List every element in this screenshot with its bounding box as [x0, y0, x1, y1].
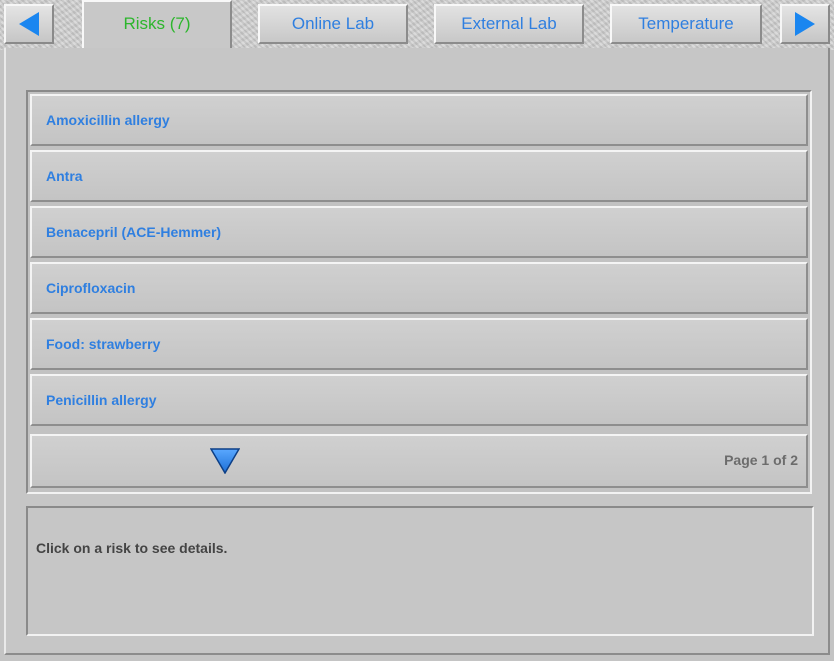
risk-details-panel: Click on a risk to see details. [26, 506, 814, 636]
risk-item-penicillin-allergy[interactable]: Penicillin allergy [30, 374, 808, 426]
tab-external-lab[interactable]: External Lab [434, 4, 584, 44]
risk-item-amoxicillin-allergy[interactable]: Amoxicillin allergy [30, 94, 808, 146]
triangle-down-icon [210, 448, 240, 474]
risk-item-benacepril[interactable]: Benacepril (ACE-Hemmer) [30, 206, 808, 258]
pager-row: Page 1 of 2 [30, 434, 808, 488]
tab-risks[interactable]: Risks (7) [82, 0, 232, 50]
previous-tab-button[interactable] [4, 4, 54, 44]
risk-item-antra[interactable]: Antra [30, 150, 808, 202]
risk-list: Amoxicillin allergy Antra Benacepril (AC… [26, 90, 812, 494]
scroll-down-button[interactable] [208, 446, 242, 476]
next-tab-button[interactable] [780, 4, 830, 44]
triangle-left-icon [19, 12, 39, 36]
risk-item-food-strawberry[interactable]: Food: strawberry [30, 318, 808, 370]
triangle-right-icon [795, 12, 815, 36]
app-window: Risks (7) Online Lab External Lab Temper… [0, 0, 834, 661]
tab-temperature[interactable]: Temperature [610, 4, 762, 44]
tab-strip: Risks (7) Online Lab External Lab Temper… [0, 0, 834, 50]
risk-item-ciprofloxacin[interactable]: Ciprofloxacin [30, 262, 808, 314]
page-indicator: Page 1 of 2 [724, 452, 798, 468]
tab-online-lab[interactable]: Online Lab [258, 4, 408, 44]
details-hint: Click on a risk to see details. [36, 540, 228, 556]
